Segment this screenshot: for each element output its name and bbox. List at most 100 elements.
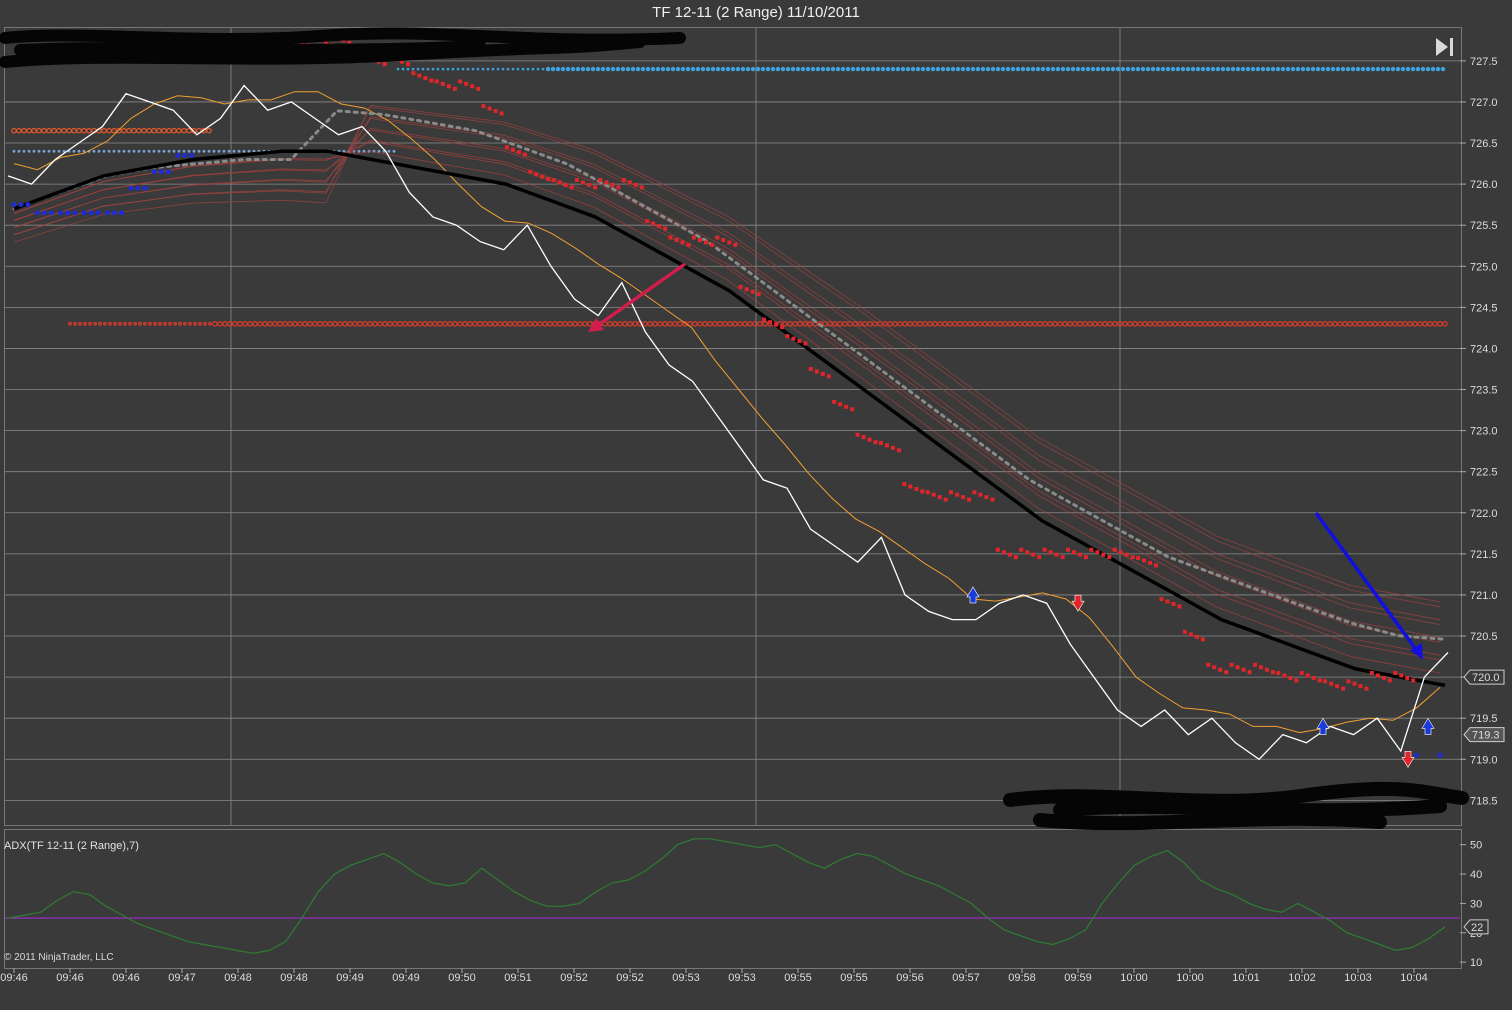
resistance-dot	[860, 66, 866, 72]
resistance-dot	[935, 66, 941, 72]
red-stop-dot	[995, 547, 1000, 552]
red-stop-dot	[1112, 547, 1117, 552]
resistance-dot	[585, 66, 591, 72]
blue-stop-dot	[34, 210, 40, 216]
blue-stop-dot	[1437, 752, 1443, 758]
resistance-dot	[516, 67, 520, 71]
red-stop-dot	[1118, 550, 1123, 555]
ribbon-line	[13, 129, 1441, 643]
resistance-dot	[660, 66, 666, 72]
red-stop-dot	[1229, 662, 1234, 667]
resistance-dot	[830, 66, 836, 72]
resistance-dot	[645, 66, 651, 72]
time-tick-label: 09:48	[280, 972, 308, 984]
red-stop-dot	[382, 62, 387, 67]
resistance-dot	[1320, 66, 1326, 72]
red-stop-dot	[452, 86, 457, 91]
orange-level-dot	[156, 127, 162, 134]
price-tick-label: 727.0	[1470, 97, 1498, 109]
ribbon-line	[13, 104, 1441, 603]
support-dot	[337, 320, 343, 327]
red-stop-dot	[411, 71, 416, 76]
support-dot	[93, 321, 97, 326]
resistance-dot	[745, 66, 751, 72]
support-dot	[1362, 320, 1368, 327]
blue-level-dot	[47, 149, 51, 153]
blue-stop-dot	[151, 169, 157, 175]
orange-level-dot	[166, 127, 172, 134]
red-stop-dot	[791, 336, 796, 341]
blue-level-dot	[22, 149, 26, 153]
blue-level-dot	[122, 149, 126, 153]
resistance-dot	[1395, 66, 1401, 72]
support-dot	[967, 320, 973, 327]
support-dot	[178, 321, 182, 326]
blue-stop-dot	[119, 210, 125, 216]
blue-stop-dot	[25, 202, 31, 208]
support-dot	[88, 321, 92, 326]
support-dot	[1077, 320, 1083, 327]
price-tick-label: 725.0	[1470, 261, 1498, 273]
resistance-dot	[1240, 66, 1246, 72]
time-tick-label: 10:01	[1232, 972, 1260, 984]
support-dot	[1227, 320, 1233, 327]
support-dot	[103, 321, 107, 326]
blue-level-dot	[217, 149, 221, 153]
support-dot	[1137, 320, 1143, 327]
support-dot	[1087, 320, 1093, 327]
resistance-dot	[1230, 66, 1236, 72]
resistance-dot	[595, 66, 601, 72]
adx-line	[7, 838, 1446, 954]
resistance-dot	[1375, 66, 1381, 72]
support-dot	[307, 320, 313, 327]
support-dot	[1112, 320, 1118, 327]
support-dot	[887, 320, 893, 327]
resistance-dot	[1205, 66, 1211, 72]
skip-to-end-icon[interactable]	[1433, 36, 1457, 58]
support-dot	[83, 321, 87, 326]
price-tick-label: 722.5	[1470, 467, 1498, 479]
support-dot	[372, 320, 378, 327]
support-dot	[277, 320, 283, 327]
red-stop-dot	[434, 79, 439, 84]
orange-level-dot	[146, 127, 152, 134]
resistance-dot	[550, 66, 556, 72]
blue-stop-dot	[65, 210, 71, 216]
support-dot	[1247, 320, 1253, 327]
resistance-dot	[1070, 66, 1076, 72]
support-dot	[1427, 320, 1433, 327]
support-dot	[1387, 320, 1393, 327]
support-dot	[607, 320, 613, 327]
orange-level-dot	[171, 127, 177, 134]
red-stop-dot	[1013, 555, 1018, 560]
support-dot	[1152, 320, 1158, 327]
support-dot	[1322, 320, 1328, 327]
red-stop-dot	[850, 407, 855, 412]
blue-stop-dot	[58, 210, 64, 216]
resistance-dot	[605, 66, 611, 72]
red-stop-dot	[1288, 675, 1293, 680]
support-dot	[942, 320, 948, 327]
resistance-dot	[985, 66, 991, 72]
red-stop-dot	[1264, 667, 1269, 672]
resistance-dot	[960, 66, 966, 72]
resistance-dot	[1365, 66, 1371, 72]
support-dot	[1397, 320, 1403, 327]
support-dot	[317, 320, 323, 327]
support-dot	[397, 320, 403, 327]
blue-level-dot	[137, 149, 141, 153]
orange-level-dot	[76, 127, 82, 134]
adx-indicator-label: ADX(TF 12-11 (2 Range),7)	[4, 840, 139, 852]
price-tick-label: 724.0	[1470, 343, 1498, 355]
support-dot	[422, 320, 428, 327]
red-stop-dot	[1124, 552, 1129, 557]
resistance-dot	[895, 66, 901, 72]
support-dot	[1257, 320, 1263, 327]
red-stop-dot	[1025, 550, 1030, 555]
blue-level-dot	[112, 149, 116, 153]
resistance-dot	[1155, 66, 1161, 72]
red-stop-dot	[446, 84, 451, 89]
red-stop-dot	[972, 490, 977, 495]
support-dot	[667, 320, 673, 327]
resistance-dot	[715, 66, 721, 72]
